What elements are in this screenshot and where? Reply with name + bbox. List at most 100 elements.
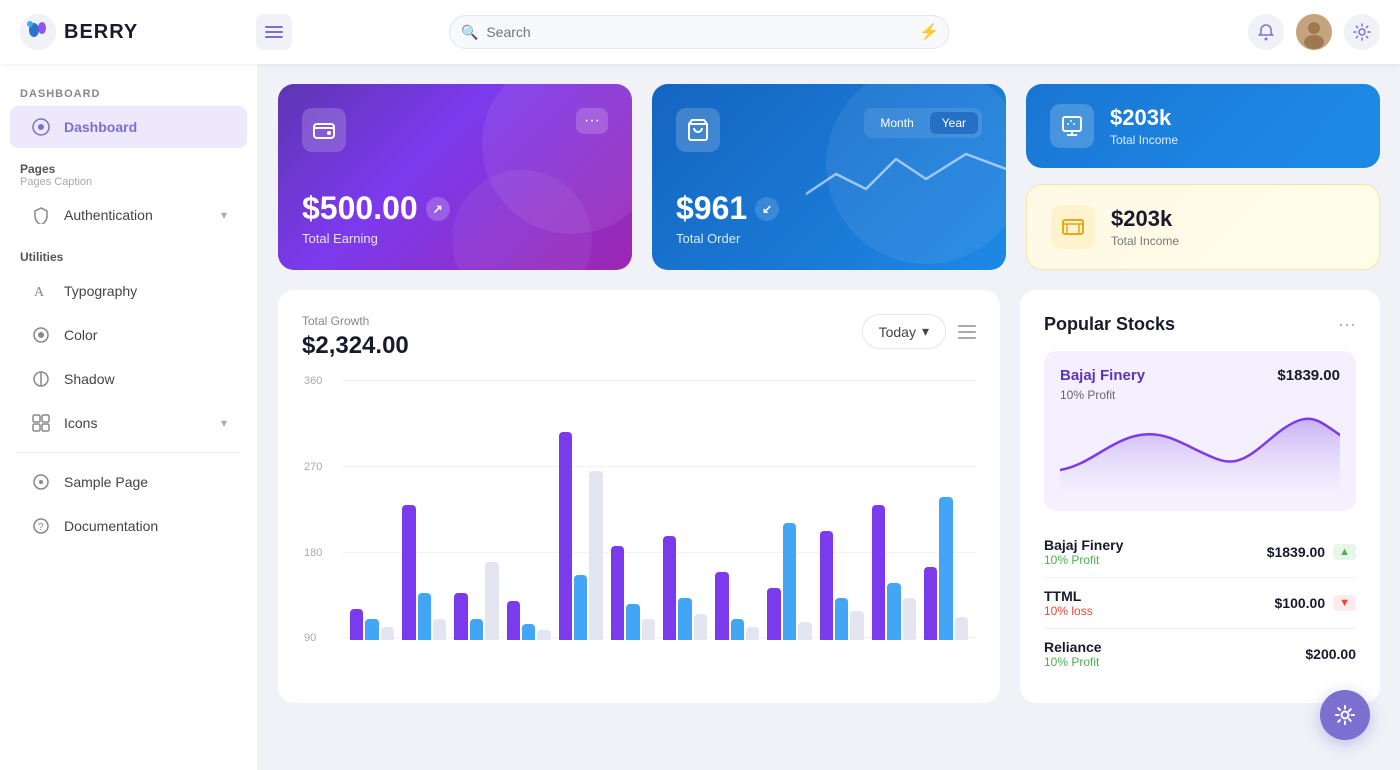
bar-purple [402,505,415,640]
bar-light [433,619,446,640]
sidebar-section-pages: Pages Pages Caption [0,150,257,192]
sidebar-item-shadow[interactable]: Shadow [10,358,247,400]
bar-group-11 [872,380,916,640]
bar-group-4 [507,380,551,640]
card-order: Month Year $961 ↙ Total Order [652,84,1006,270]
bar-purple [507,601,520,640]
stock-bajaj-price-row: $1839.00 ▲ [1267,544,1356,560]
income-yellow-label: Total Income [1111,234,1179,248]
bar-blue [731,619,744,640]
sidebar-item-color[interactable]: Color [10,314,247,356]
search-input[interactable] [449,15,949,49]
header-right [1248,14,1380,50]
logo-area: BERRY [20,14,240,50]
sidebar-item-documentation[interactable]: ? Documentation [10,505,247,547]
pages-caption: Pages Caption [20,176,237,188]
bar-light [694,614,707,640]
settings-button[interactable] [1344,14,1380,50]
fab-gear-icon [1334,704,1356,726]
bar-purple [820,531,833,640]
card-earning: ··· $500.00 ↗ Total Earning [278,84,632,270]
stocks-card: Popular Stocks ··· Bajaj Finery $1839.00… [1020,290,1380,703]
featured-stock-name: Bajaj Finery [1060,367,1145,384]
bar-group-10 [820,380,864,640]
card-earning-bottom: $500.00 ↗ Total Earning [302,190,608,246]
icons-label: Icons [64,415,209,431]
bar-blue [574,575,587,640]
bar-purple [872,505,885,640]
order-wave-chart [806,134,1006,214]
stock-row-reliance: Reliance 10% Profit $200.00 [1044,629,1356,679]
color-icon [30,324,52,346]
stock-bajaj-price: $1839.00 [1267,544,1325,560]
sidebar-item-dashboard[interactable]: Dashboard [10,106,247,148]
bar-light [485,562,498,640]
income-yellow-amount: $203k [1111,206,1179,232]
card-earning-menu-button[interactable]: ··· [576,108,608,134]
icons-chevron-icon: ▾ [221,416,227,430]
sidebar-divider [16,452,241,453]
income-blue-icon [1050,104,1094,148]
fab-settings-button[interactable] [1320,690,1370,740]
year-button[interactable]: Year [930,112,978,134]
stock-reliance-price-row: $200.00 [1305,646,1356,662]
income-yellow-info: $203k Total Income [1111,206,1179,248]
logo-text: BERRY [64,21,138,44]
sidebar-item-icons[interactable]: Icons ▾ [10,402,247,444]
chart-title: Total Growth [302,314,409,328]
bar-purple [454,593,467,640]
featured-stock-profit: 10% Profit [1060,388,1340,402]
bar-purple [715,572,728,640]
bar-light [642,619,655,640]
search-filter-button[interactable]: ⚡ [919,22,939,42]
earning-trend-icon: ↗ [426,197,450,221]
logo-icon [20,14,56,50]
card-earning-amount: $500.00 ↗ [302,190,608,227]
search-icon: 🔍 [461,24,478,41]
stock-bajaj-name: Bajaj Finery [1044,537,1123,553]
today-chevron-icon: ▾ [922,323,929,340]
income-yellow-icon [1051,205,1095,249]
utilities-title: Utilities [20,250,237,264]
stock-bajaj-badge: ▲ [1333,544,1356,560]
avatar[interactable] [1296,14,1332,50]
bottom-row: Total Growth $2,324.00 Today ▾ [278,290,1380,703]
card-earning-top: ··· [302,108,608,152]
sidebar-item-typography[interactable]: A Typography [10,270,247,312]
sidebar-item-dashboard-label: Dashboard [64,119,227,135]
featured-stock-price: $1839.00 [1277,367,1340,384]
sidebar-item-authentication[interactable]: Authentication ▾ [10,194,247,236]
bar-blue [365,619,378,640]
main-layout: Dashboard Dashboard Pages Pages Caption … [0,64,1400,770]
bar-blue [835,598,848,640]
income-blue-info: $203k Total Income [1110,105,1178,147]
bar-purple [350,609,363,640]
bar-blue [626,604,639,640]
featured-stock-chart [1060,410,1340,490]
notification-button[interactable] [1248,14,1284,50]
main-content: ··· $500.00 ↗ Total Earning [258,64,1400,770]
chart-controls: Today ▾ [862,314,976,349]
avatar-image [1296,14,1332,50]
auth-icon [30,204,52,226]
chart-menu-button[interactable] [958,325,976,339]
stocks-menu-button[interactable]: ··· [1338,314,1356,335]
hamburger-icon [958,325,976,339]
month-button[interactable]: Month [868,112,925,134]
stock-reliance-info: Reliance 10% Profit [1044,639,1102,669]
bar-purple [611,546,624,640]
stock-ttml-price-row: $100.00 ▼ [1275,595,1357,611]
bar-light [537,630,550,640]
today-button[interactable]: Today ▾ [862,314,946,349]
icons-icon [30,412,52,434]
menu-button[interactable] [256,14,292,50]
sidebar-item-sample-page[interactable]: Sample Page [10,461,247,503]
bar-blue [678,598,691,640]
bar-group-2 [402,380,446,640]
sidebar-section-dashboard: Dashboard [0,80,257,104]
bar-blue [783,523,796,640]
featured-stock-header: Bajaj Finery $1839.00 [1060,367,1340,384]
bar-light [903,598,916,640]
bar-group-7 [663,380,707,640]
auth-chevron-icon: ▾ [221,208,227,222]
